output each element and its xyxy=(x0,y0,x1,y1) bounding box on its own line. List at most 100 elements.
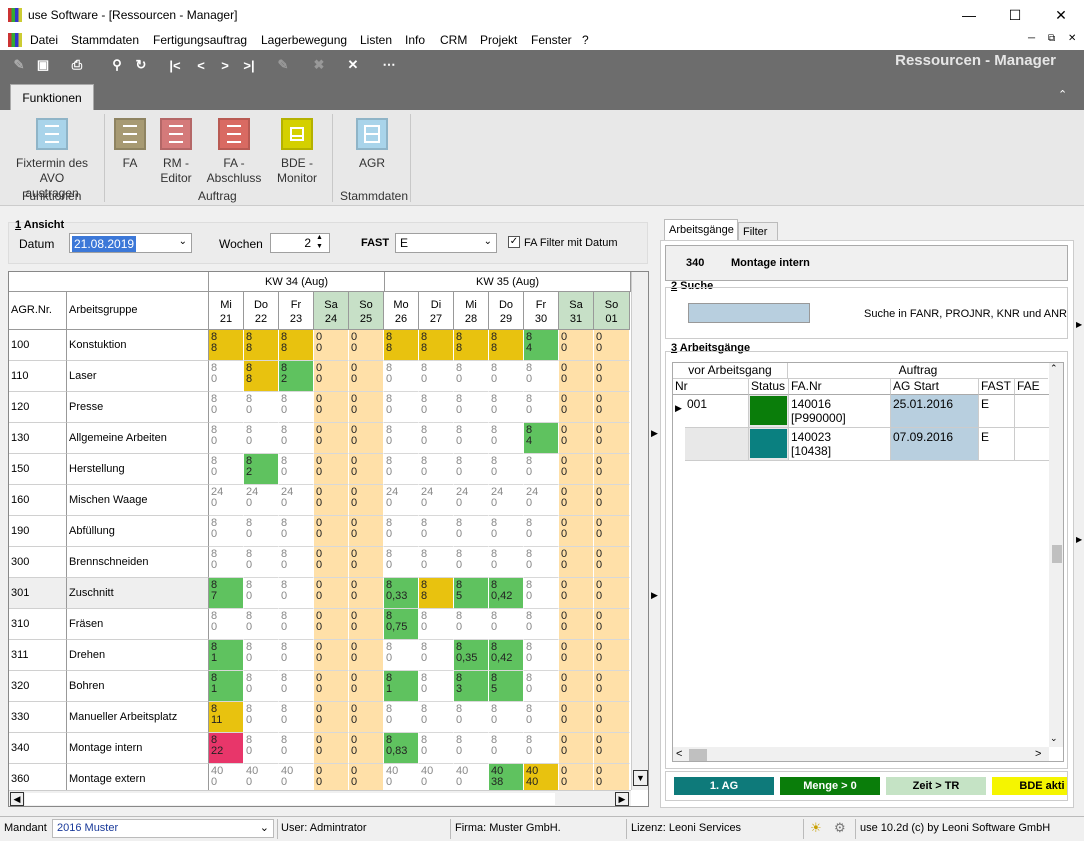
capacity-cell[interactable]: 00 xyxy=(559,454,594,485)
capacity-cell[interactable]: 8 0,42 xyxy=(489,640,524,671)
minimize-button[interactable]: — xyxy=(946,0,992,30)
ag-vscroll-thumb[interactable] xyxy=(1052,545,1062,563)
capacity-cell[interactable]: 80 xyxy=(454,609,489,640)
agr-button[interactable]: AGR xyxy=(350,118,394,171)
mdi-close-icon[interactable]: ✕ xyxy=(1068,33,1076,44)
scroll-left-icon[interactable]: ◀ xyxy=(10,792,24,806)
capacity-cell[interactable]: 80 xyxy=(279,733,314,764)
capacity-cell[interactable]: 00 xyxy=(349,578,384,609)
capacity-cell[interactable]: 00 xyxy=(314,640,349,671)
capacity-cell[interactable]: 81 xyxy=(209,640,244,671)
capacity-cell[interactable]: 00 xyxy=(594,671,630,702)
menu-listen[interactable]: Listen xyxy=(360,33,392,47)
capacity-cell[interactable]: 80 xyxy=(279,547,314,578)
capacity-cell[interactable]: 80 xyxy=(279,702,314,733)
ag-row-nr[interactable]: 001 xyxy=(685,395,749,428)
row-agr-nr[interactable]: 340 xyxy=(9,733,67,764)
capacity-cell[interactable]: 00 xyxy=(594,485,630,516)
capacity-cell[interactable]: 80 xyxy=(454,361,489,392)
capacity-cell[interactable]: 00 xyxy=(314,516,349,547)
outer-scroll-right-icon[interactable]: ▶ xyxy=(1076,320,1082,329)
capacity-cell[interactable]: 00 xyxy=(314,671,349,702)
capacity-cell[interactable]: 80 xyxy=(384,516,419,547)
row-agr-nr[interactable]: 190 xyxy=(9,516,67,547)
capacity-cell[interactable]: 00 xyxy=(349,516,384,547)
network-icon[interactable]: ⚙ xyxy=(834,820,846,836)
capacity-cell[interactable]: 80 xyxy=(244,702,279,733)
capacity-cell[interactable]: 80 xyxy=(524,578,559,609)
col-fanr-header[interactable]: FA.Nr xyxy=(789,379,891,395)
scroll-down-icon[interactable]: ⌄ xyxy=(1050,733,1058,744)
capacity-cell[interactable]: 00 xyxy=(594,578,630,609)
capacity-cell[interactable]: 00 xyxy=(349,423,384,454)
capacity-cell[interactable]: 24 0 xyxy=(279,485,314,516)
capacity-cell[interactable]: 80 xyxy=(384,392,419,423)
capacity-cell[interactable]: 80 xyxy=(244,578,279,609)
mandant-select[interactable]: 2016 Muster ⌄ xyxy=(52,819,274,838)
capacity-cell[interactable]: 24 0 xyxy=(244,485,279,516)
menu-crm[interactable]: CRM xyxy=(440,33,467,47)
capacity-cell[interactable]: 00 xyxy=(349,609,384,640)
ag-row-nr[interactable] xyxy=(685,428,749,461)
capacity-cell[interactable]: 24 0 xyxy=(489,485,524,516)
refresh-icon[interactable]: ↻ xyxy=(132,56,150,74)
maximize-button[interactable]: ☐ xyxy=(992,0,1038,30)
scroll-down-icon[interactable]: ▼ xyxy=(633,770,648,786)
capacity-cell[interactable]: 80 xyxy=(279,423,314,454)
col-agr-header[interactable]: AGR.Nr. xyxy=(9,292,67,330)
capacity-cell[interactable]: 00 xyxy=(314,330,349,361)
scroll-up-icon[interactable]: ⌃ xyxy=(1050,363,1058,374)
capacity-cell[interactable]: 85 xyxy=(489,671,524,702)
capacity-cell[interactable]: 80 xyxy=(454,423,489,454)
capacity-cell[interactable]: 00 xyxy=(559,547,594,578)
capacity-cell[interactable]: 00 xyxy=(349,361,384,392)
capacity-cell[interactable]: 00 xyxy=(559,733,594,764)
row-group-name[interactable]: Allgemeine Arbeiten xyxy=(67,423,209,454)
datum-field[interactable]: 21.08.2019 ⌄ xyxy=(69,233,192,253)
ag-row-fast[interactable]: E xyxy=(979,428,1015,461)
row-agr-nr[interactable]: 300 xyxy=(9,547,67,578)
capacity-cell[interactable]: 00 xyxy=(594,702,630,733)
row-group-name[interactable]: Montage intern xyxy=(67,733,209,764)
capacity-cell[interactable]: 00 xyxy=(594,609,630,640)
capacity-cell[interactable]: 00 xyxy=(314,578,349,609)
capacity-cell[interactable]: 80 xyxy=(524,733,559,764)
capacity-cell[interactable]: 80 xyxy=(454,454,489,485)
row-agr-nr[interactable]: 150 xyxy=(9,454,67,485)
menu-help[interactable]: ? xyxy=(582,33,589,47)
capacity-cell[interactable]: 00 xyxy=(559,361,594,392)
scroll-right-icon[interactable]: > xyxy=(1035,748,1041,760)
capacity-cell[interactable]: 00 xyxy=(349,547,384,578)
capacity-cell[interactable]: 80 xyxy=(209,454,244,485)
capacity-cell[interactable]: 80 xyxy=(244,516,279,547)
ag-row-start[interactable]: 25.01.2016 xyxy=(891,395,979,428)
capacity-cell[interactable]: 88 xyxy=(489,330,524,361)
capacity-cell[interactable]: 88 xyxy=(384,330,419,361)
menu-fenster[interactable]: Fenster xyxy=(531,33,572,47)
row-agr-nr[interactable]: 160 xyxy=(9,485,67,516)
grid-hscrollbar[interactable]: ◀ ▶ xyxy=(9,790,631,806)
ag-row-fanr[interactable]: 140016 [P990000] xyxy=(789,395,891,428)
capacity-cell[interactable]: 80 xyxy=(419,392,454,423)
row-group-name[interactable]: Herstellung xyxy=(67,454,209,485)
col-status-header[interactable]: Status xyxy=(749,379,789,395)
col-group-header[interactable]: Arbeitsgruppe xyxy=(67,292,209,330)
search-icon[interactable]: ⚲ xyxy=(108,56,126,74)
row-group-name[interactable]: Zuschnitt xyxy=(67,578,209,609)
capacity-cell[interactable]: 80 xyxy=(209,361,244,392)
menu-stammdaten[interactable]: Stammdaten xyxy=(71,33,139,47)
capacity-cell[interactable]: 80 xyxy=(279,516,314,547)
stepper-arrows-icon[interactable]: ▲ ▼ xyxy=(316,233,323,251)
ag-row-fast[interactable]: E xyxy=(979,395,1015,428)
capacity-cell[interactable]: 00 xyxy=(349,702,384,733)
next-record-icon[interactable]: > xyxy=(216,56,234,74)
print-icon[interactable]: ⎙ xyxy=(68,56,86,74)
capacity-cell[interactable]: 00 xyxy=(594,733,630,764)
capacity-cell[interactable]: 84 xyxy=(524,330,559,361)
capacity-cell[interactable]: 80 xyxy=(419,361,454,392)
capacity-cell[interactable]: 00 xyxy=(559,485,594,516)
capacity-cell[interactable]: 24 0 xyxy=(419,485,454,516)
capacity-cell[interactable]: 80 xyxy=(489,516,524,547)
row-group-name[interactable]: Bohren xyxy=(67,671,209,702)
capacity-cell[interactable]: 80 xyxy=(384,361,419,392)
